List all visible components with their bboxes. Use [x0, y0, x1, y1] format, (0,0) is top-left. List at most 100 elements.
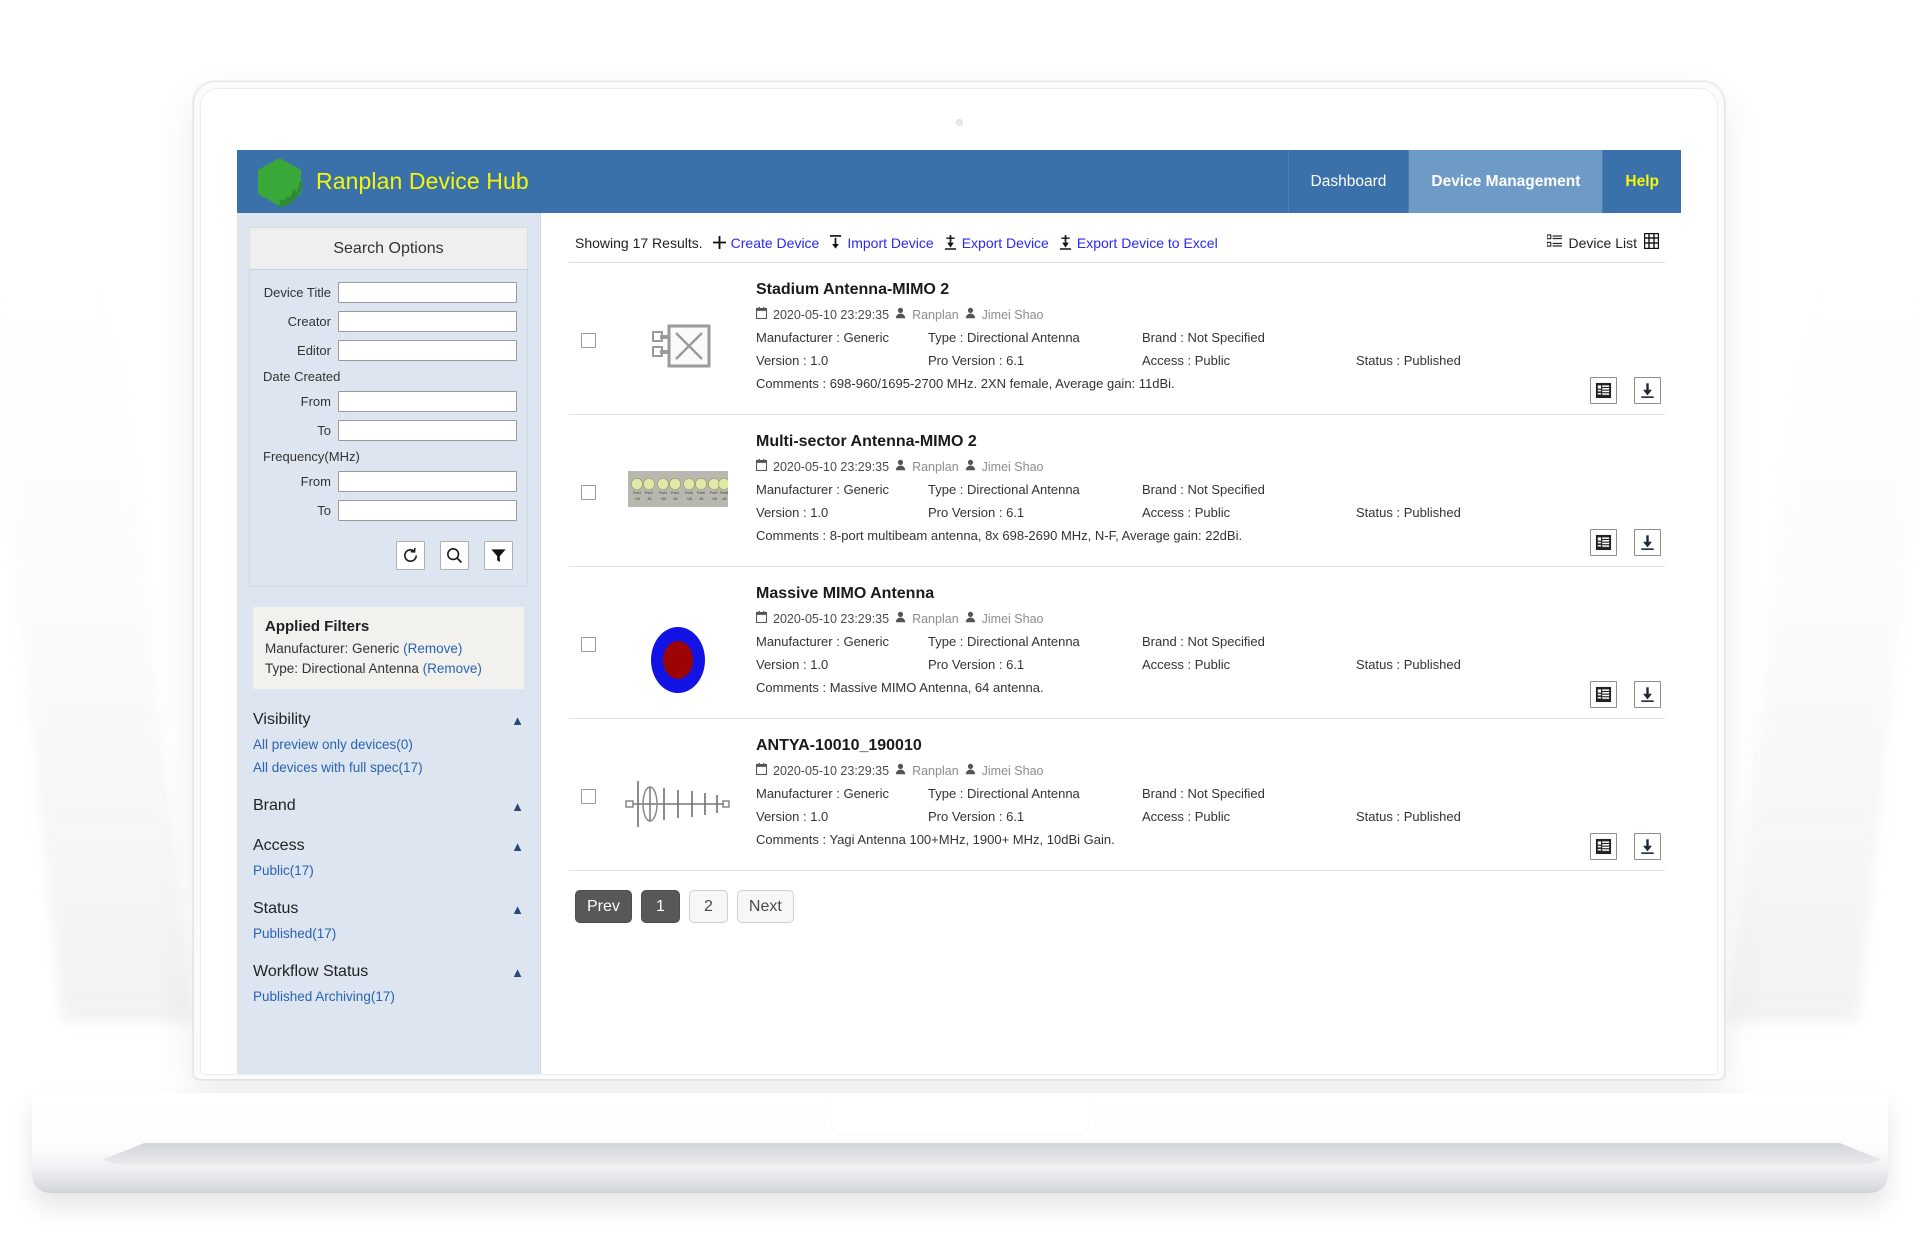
- app-body: Search Options Device Title Creator Edit…: [237, 213, 1681, 1074]
- pagination-prev-button[interactable]: Prev: [575, 890, 632, 923]
- nav-item-help[interactable]: Help: [1602, 150, 1681, 213]
- view-toggle-label: Device List: [1568, 234, 1637, 251]
- row-checkbox[interactable]: [581, 637, 596, 652]
- filter-button[interactable]: [484, 541, 513, 570]
- device-date: 2020-05-10 23:29:35: [773, 763, 890, 778]
- collapse-caret-icon[interactable]: ▲: [511, 903, 524, 916]
- pagination-page-2-button[interactable]: 2: [688, 890, 728, 923]
- collapse-caret-icon[interactable]: ▲: [511, 714, 524, 727]
- row-checkbox[interactable]: [581, 789, 596, 804]
- user-icon: [895, 459, 906, 474]
- spec-label: Access :: [1142, 505, 1192, 520]
- list-view-icon[interactable]: [1546, 234, 1562, 251]
- table-row[interactable]: ANTYA-10010_190010 2020-05-10 23:29:35 R…: [569, 719, 1665, 871]
- row-checkbox[interactable]: [581, 333, 596, 348]
- device-meta: 2020-05-10 23:29:35 Ranplan Jimei Shao: [755, 307, 1659, 322]
- search-button[interactable]: [440, 541, 469, 570]
- facet-header[interactable]: Workflow Status ▲: [253, 963, 524, 981]
- spec-access: Access : Public: [1142, 505, 1356, 520]
- date-created-group-label: Date Created: [263, 369, 341, 384]
- device-specs-row-1: Manufacturer : Generic Type : Directiona…: [756, 482, 1659, 497]
- spec-label: Status :: [1356, 505, 1401, 520]
- comments-label: Comments :: [756, 528, 827, 543]
- brand-area[interactable]: Ranplan Device Hub: [237, 150, 1288, 213]
- search-options-panel: Device Title Creator Editor Date Created…: [249, 269, 528, 587]
- export-device-excel-link[interactable]: Export Device to Excel: [1077, 235, 1218, 251]
- facet-header[interactable]: Visibility ▲: [253, 711, 524, 729]
- facet-link-full-spec-devices[interactable]: All devices with full spec(17): [253, 760, 524, 775]
- search-action-buttons: [260, 529, 517, 572]
- spec-label: Brand :: [1142, 330, 1184, 345]
- create-device-link[interactable]: Create Device: [731, 235, 820, 251]
- device-specs-row-1: Manufacturer : Generic Type : Directiona…: [756, 786, 1659, 801]
- table-row[interactable]: Massive MIMO Antenna 2020-05-10 23:29:35: [569, 567, 1665, 719]
- spec-value: Generic: [843, 330, 889, 345]
- spec-brand: Brand : Not Specified: [1142, 634, 1265, 649]
- facet-link-published-archiving[interactable]: Published Archiving(17): [253, 989, 524, 1004]
- spec-value: Not Specified: [1187, 482, 1265, 497]
- device-details-icon: [1595, 838, 1612, 855]
- table-row[interactable]: Stadium Antenna-MIMO 2 2020-05-10 23:29:…: [569, 263, 1665, 415]
- editor-input[interactable]: [338, 340, 517, 361]
- download-button[interactable]: [1634, 529, 1661, 556]
- grid-view-icon[interactable]: [1643, 232, 1660, 252]
- pagination-next-button[interactable]: Next: [736, 890, 794, 923]
- spec-label: Brand :: [1142, 634, 1184, 649]
- collapse-caret-icon[interactable]: ▲: [511, 840, 524, 853]
- spec-pro-version: Pro Version : 6.1: [928, 657, 1142, 672]
- device-details-button[interactable]: [1590, 681, 1617, 708]
- facet-link-published[interactable]: Published(17): [253, 926, 524, 941]
- spec-access: Access : Public: [1142, 657, 1356, 672]
- freq-to-label: To: [317, 503, 331, 518]
- nav-label: Device Management: [1431, 172, 1581, 190]
- user-icon: [965, 611, 976, 626]
- spec-value: Not Specified: [1187, 634, 1265, 649]
- spec-value: 1.0: [810, 809, 829, 824]
- device-details-button[interactable]: [1590, 377, 1617, 404]
- spec-label: Access :: [1142, 809, 1192, 824]
- device-details-button[interactable]: [1590, 833, 1617, 860]
- search-options-header[interactable]: Search Options: [249, 227, 528, 269]
- spec-version: Version : 1.0: [756, 353, 928, 368]
- device-info: ANTYA-10010_190010 2020-05-10 23:29:35 R…: [738, 737, 1659, 847]
- download-button[interactable]: [1634, 681, 1661, 708]
- download-button[interactable]: [1634, 833, 1661, 860]
- import-device-link[interactable]: Import Device: [847, 235, 933, 251]
- search-options-title: Search Options: [333, 240, 444, 257]
- device-creator: Ranplan: [912, 307, 959, 322]
- view-toggle[interactable]: Device List: [1546, 232, 1660, 252]
- spec-value: Public: [1194, 657, 1231, 672]
- collapse-caret-icon[interactable]: ▲: [511, 800, 524, 813]
- export-device-link[interactable]: Export Device: [962, 235, 1049, 251]
- facet-header[interactable]: Brand ▲: [253, 797, 524, 815]
- nav-item-device-management[interactable]: Device Management: [1408, 150, 1603, 213]
- date-to-input[interactable]: [338, 420, 517, 441]
- device-date: 2020-05-10 23:29:35: [773, 307, 890, 322]
- remove-filter-link[interactable]: (Remove): [423, 661, 482, 676]
- table-row[interactable]: Port1 Port2 Port3 Port4 Port5 Port6 Port7 Po…: [569, 415, 1665, 567]
- creator-input[interactable]: [338, 311, 517, 332]
- device-details-button[interactable]: [1590, 529, 1617, 556]
- pagination-page-1-button[interactable]: 1: [640, 890, 680, 923]
- spec-label: Pro Version :: [928, 809, 1003, 824]
- spec-value: Generic: [843, 634, 889, 649]
- freq-to-input[interactable]: [338, 500, 517, 521]
- facet-header[interactable]: Access ▲: [253, 837, 524, 855]
- spec-version: Version : 1.0: [756, 657, 928, 672]
- device-title-input[interactable]: [338, 282, 517, 303]
- download-button[interactable]: [1634, 377, 1661, 404]
- row-checkbox[interactable]: [581, 485, 596, 500]
- svg-text:Port4: Port4: [671, 491, 679, 495]
- spec-brand: Brand : Not Specified: [1142, 786, 1265, 801]
- freq-from-input[interactable]: [338, 471, 517, 492]
- results-count-label: Showing 17 Results.: [575, 234, 703, 251]
- svg-text:Port2: Port2: [645, 491, 653, 495]
- reset-button[interactable]: [396, 541, 425, 570]
- facet-header[interactable]: Status ▲: [253, 900, 524, 918]
- collapse-caret-icon[interactable]: ▲: [511, 966, 524, 979]
- facet-link-preview-devices[interactable]: All preview only devices(0): [253, 737, 524, 752]
- remove-filter-link[interactable]: (Remove): [403, 641, 462, 656]
- date-from-input[interactable]: [338, 391, 517, 412]
- nav-item-dashboard[interactable]: Dashboard: [1287, 150, 1409, 213]
- facet-link-public[interactable]: Public(17): [253, 863, 524, 878]
